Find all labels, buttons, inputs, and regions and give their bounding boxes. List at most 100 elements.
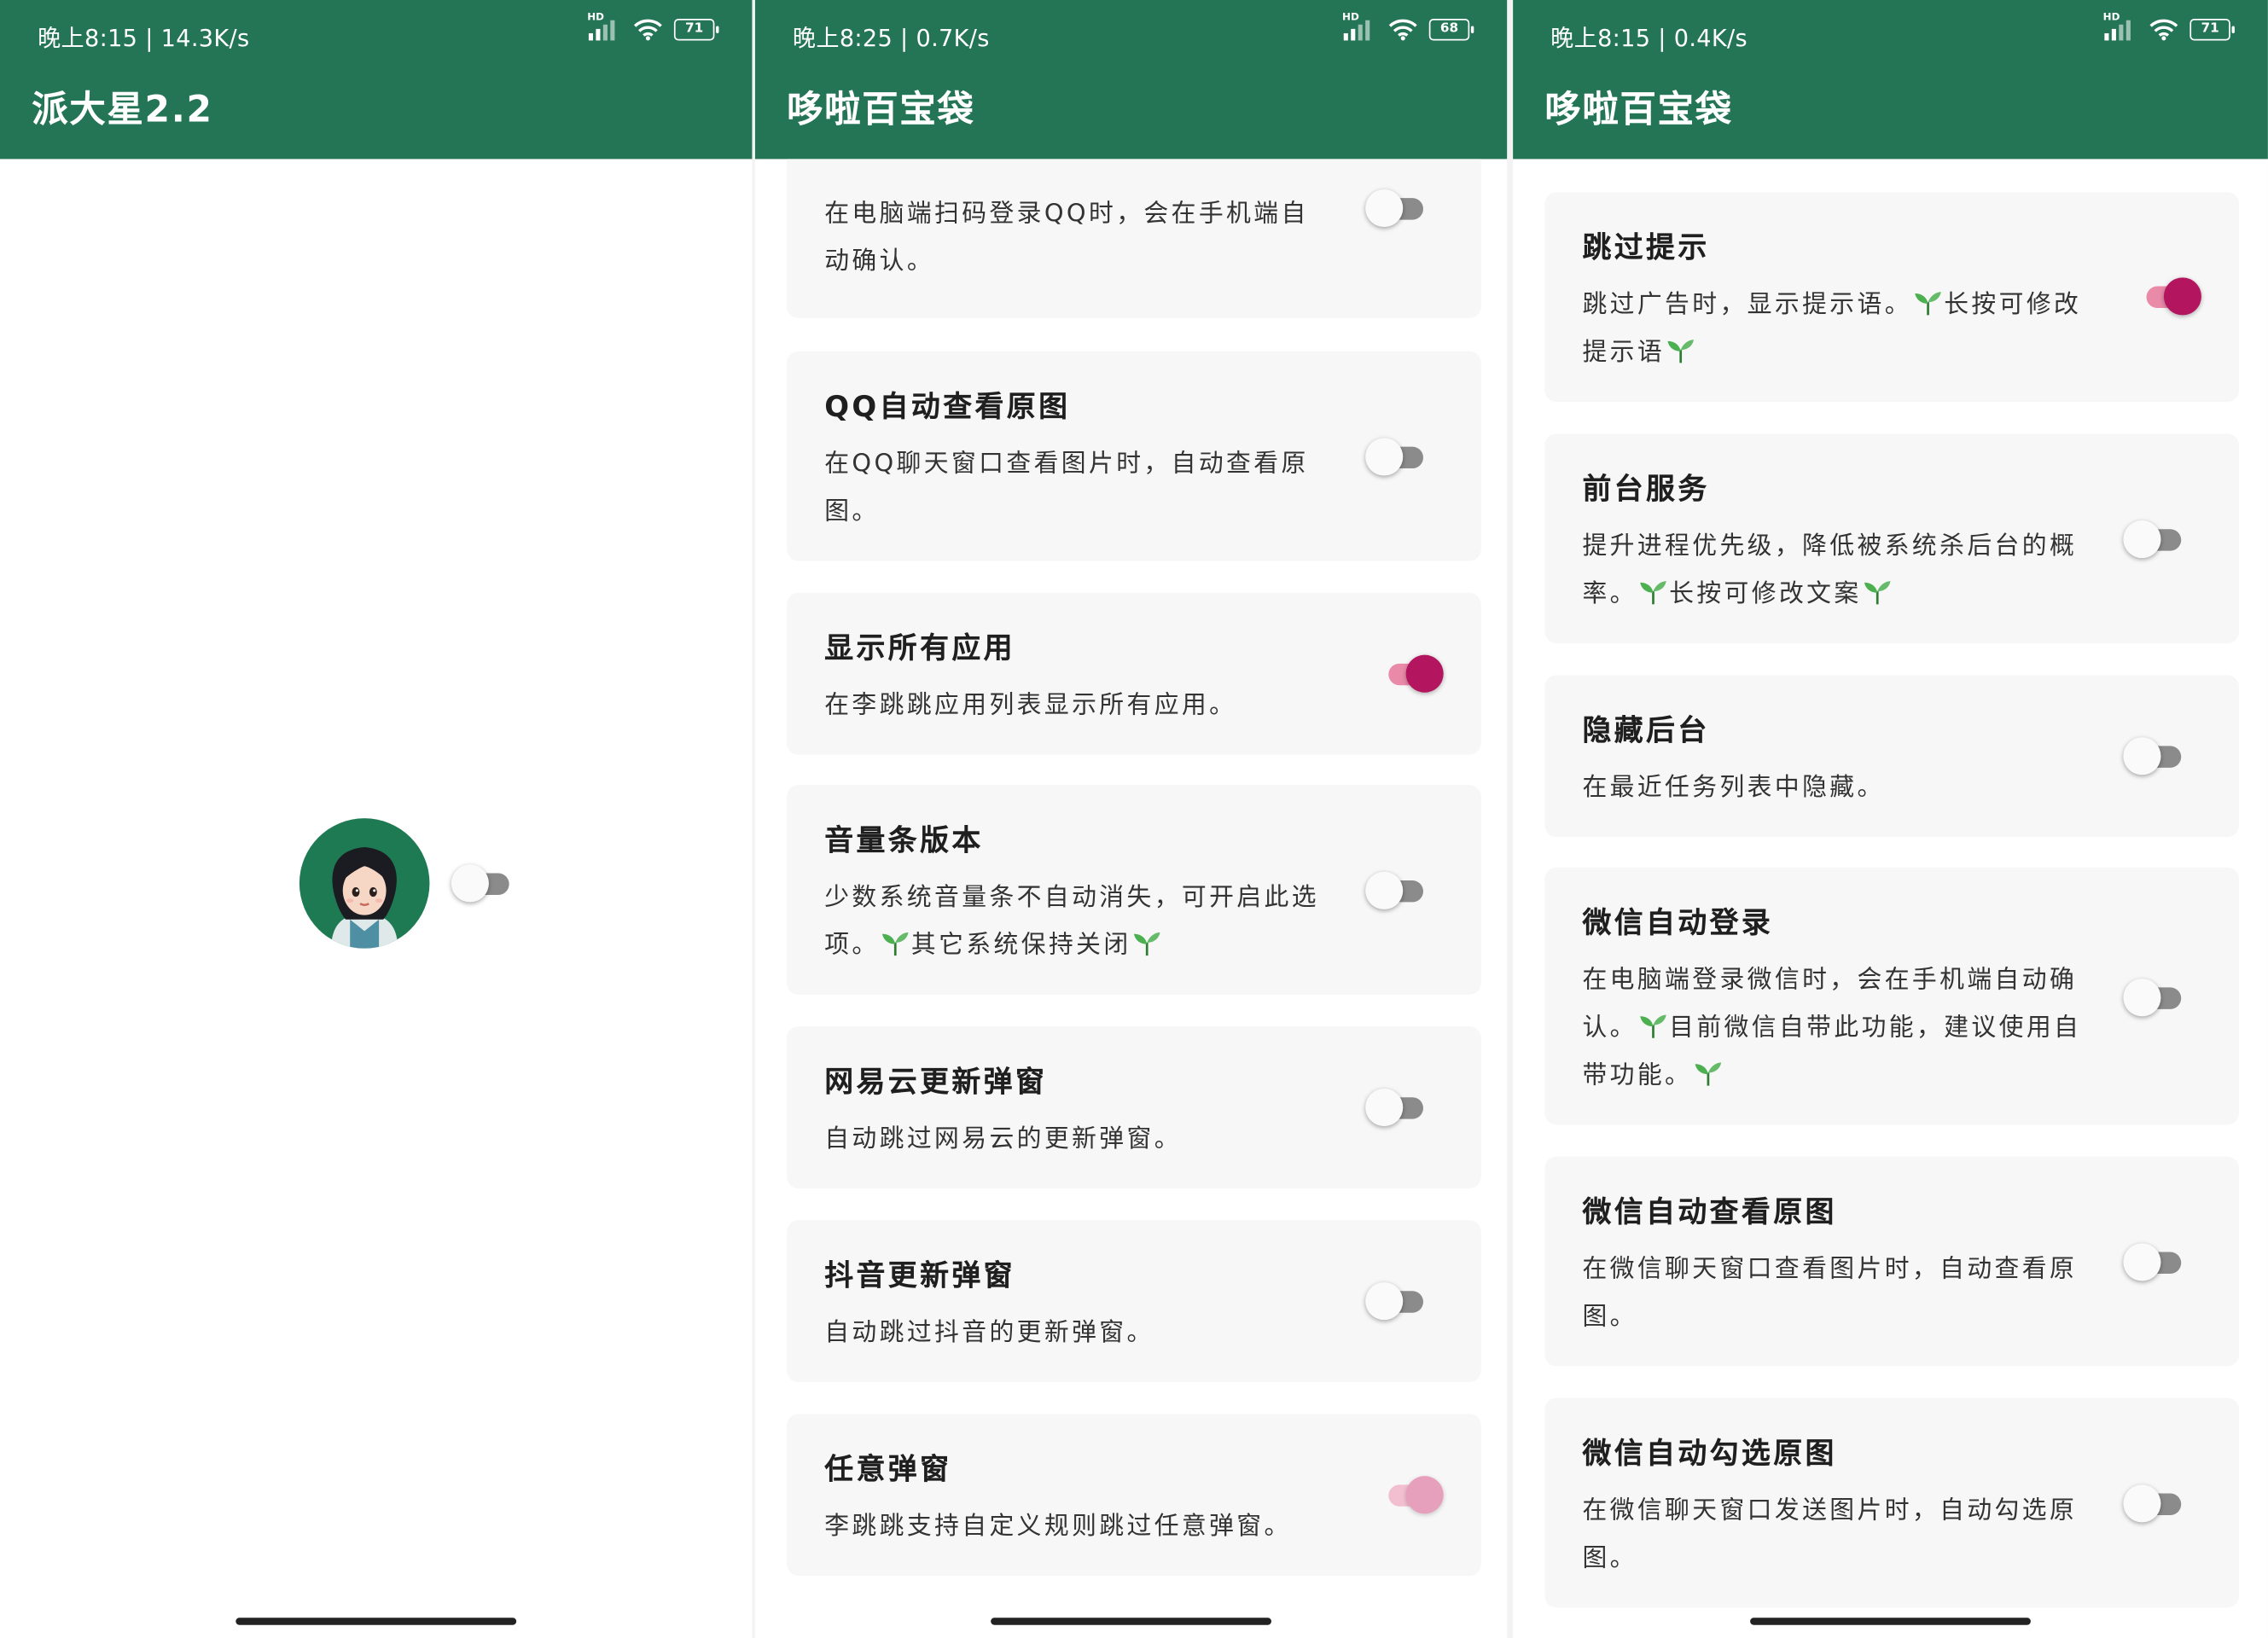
setting-card-wechat-original-image[interactable]: 微信自动查看原图 在微信聊天窗口查看图片时，自动查看原图。 [1544,1156,2240,1367]
setting-description: 自动跳过网易云的更新弹窗。 [824,1124,1182,1154]
sprout-icon [1639,580,1668,607]
netease-update-switch[interactable] [1365,1089,1429,1127]
setting-title: 前台服务 [1582,471,1710,507]
signal-icon: HD [2103,12,2137,41]
switch-thumb [2123,737,2161,775]
switch-thumb [2123,1484,2161,1523]
battery-icon: 71 [2189,18,2235,40]
qq-original-image-switch[interactable] [1365,438,1429,476]
setting-card-skip-tip[interactable]: 跳过提示 跳过广告时，显示提示语。 长按可修改提示语 [1544,192,2240,403]
setting-card-qq-scan-confirm[interactable]: 在电脑端扫码登录QQ时，会在手机端自动确认。 [787,159,1481,318]
setting-description: 在QQ聊天窗口查看图片时，自动查看原图。 [824,450,1309,526]
switch-thumb [2123,1243,2161,1281]
screenshot-collage: 晚上8:15 | 14.3K/s HD 71 派大星2.2 晚上8:25 | 0… [0,0,2268,1638]
setting-title: 抖音更新弹窗 [824,1258,1015,1292]
status-icons: HD 71 [587,12,719,41]
wechat-check-original-switch[interactable] [2123,1484,2187,1523]
switch-thumb [2123,520,2161,559]
setting-card-qq-original-image[interactable]: QQ自动查看原图 在QQ聊天窗口查看图片时，自动查看原图。 [787,351,1481,561]
avatar[interactable] [299,818,430,949]
douyin-update-switch[interactable] [1365,1282,1429,1321]
app-title: 派大星2.2 [32,88,213,131]
setting-title: 微信自动登录 [1582,904,1774,940]
status-time-speed: 晚上8:15 | 0.4K/s [1550,24,1748,53]
setting-description: 提升进程优先级，降低被系统杀后台的概率。 长按可修改文案 [1582,523,2091,619]
app-title: 哆啦百宝袋 [1544,88,1733,131]
main-content [0,159,752,1638]
skip-tip-switch[interactable] [2137,277,2201,316]
home-indicator[interactable] [991,1618,1271,1625]
setting-title: 音量条版本 [824,822,984,857]
setting-description: 在微信聊天窗口查看图片时，自动查看原图。 [1582,1254,2078,1332]
signal-icon: HD [587,12,622,41]
setting-description: 少数系统音量条不自动消失，可开启此选项。 其它系统保持关闭 [824,874,1334,970]
setting-title: 微信自动查看原图 [1582,1194,1837,1229]
battery-icon: 71 [673,18,719,40]
app-bar: 晚上8:15 | 14.3K/s HD 71 派大星2.2 [0,0,753,160]
show-all-apps-switch[interactable] [1380,654,1444,693]
switch-thumb [1365,871,1404,909]
setting-card-show-all-apps[interactable]: 显示所有应用 在李跳跳应用列表显示所有应用。 [787,592,1481,755]
girl-avatar-icon [331,847,398,949]
setting-card-netease-update[interactable]: 网易云更新弹窗 自动跳过网易云的更新弹窗。 [787,1026,1481,1188]
description-extra: 其它系统保持关闭 [910,931,1131,961]
setting-title: QQ自动查看原图 [824,388,1071,424]
status-time-speed: 晚上8:15 | 14.3K/s [38,24,250,53]
qq-scan-confirm-switch[interactable] [1365,189,1429,228]
description-text: 跳过广告时，显示提示语。 [1582,290,1912,320]
wifi-icon [1388,18,1417,40]
hide-recents-switch[interactable] [2123,737,2187,775]
wechat-auto-login-switch[interactable] [2123,979,2187,1017]
switch-thumb [1405,1476,1444,1514]
sprout-icon [1639,1014,1668,1040]
volume-bar-switch[interactable] [1365,871,1429,909]
switch-thumb [1365,189,1404,228]
description-extra: 长按可修改文案 [1669,579,1862,609]
setting-card-foreground-service[interactable]: 前台服务 提升进程优先级，降低被系统杀后台的概率。 长按可修改文案 [1544,433,2240,644]
setting-description: 李跳跳支持自定义规则跳过任意弹窗。 [824,1512,1292,1542]
status-icons: HD 71 [2103,12,2235,41]
app-bar: 晚上8:15 | 0.4K/s HD 71 哆啦百宝袋 [1513,0,2268,160]
screen-paidaxing: 晚上8:15 | 14.3K/s HD 71 派大星2.2 [0,0,753,1638]
switch-thumb [1365,438,1404,476]
setting-card-hide-recents[interactable]: 隐藏后台 在最近任务列表中隐藏。 [1544,675,2240,838]
switch-thumb [1405,654,1444,693]
home-indicator[interactable] [236,1618,517,1625]
setting-description: 在电脑端登录微信时，会在手机端自动确认。 目前微信自带此功能，建议使用自带功能。 [1582,957,2091,1101]
setting-title: 微信自动勾选原图 [1582,1435,1837,1471]
switch-thumb [1365,1089,1404,1127]
setting-description: 在微信聊天窗口发送图片时，自动勾选原图。 [1582,1496,2078,1573]
switch-thumb [2123,979,2161,1017]
setting-description: 在电脑端扫码登录QQ时，会在手机端自动确认。 [824,199,1309,276]
settings-list[interactable]: 在电脑端扫码登录QQ时，会在手机端自动确认。 QQ自动查看原图 在QQ聊天窗口查… [755,159,1507,1638]
setting-description: 在李跳跳应用列表显示所有应用。 [824,691,1237,720]
sprout-icon [1132,931,1161,957]
status-icons: HD 68 [1342,12,1474,41]
sprout-icon [881,931,910,957]
setting-title: 显示所有应用 [824,630,1015,665]
settings-list[interactable]: 跳过提示 跳过广告时，显示提示语。 长按可修改提示语 前台服务 提升进程优先级，降… [1513,159,2268,1638]
wechat-original-image-switch[interactable] [2123,1243,2187,1281]
setting-card-volume-bar[interactable]: 音量条版本 少数系统音量条不自动消失，可开启此选项。 其它系统保持关闭 [787,785,1481,995]
battery-icon: 68 [1428,18,1474,40]
foreground-service-switch[interactable] [2123,520,2187,559]
main-toggle-switch[interactable] [451,864,515,903]
setting-card-douyin-update[interactable]: 抖音更新弹窗 自动跳过抖音的更新弹窗。 [787,1220,1481,1383]
setting-title: 隐藏后台 [1582,712,1710,748]
screen-duola-1: 晚上8:25 | 0.7K/s HD 68 哆啦百宝袋 在电脑端扫码登录QQ时，… [754,0,1508,1638]
home-indicator[interactable] [1750,1618,2031,1625]
sprout-icon [1863,580,1892,607]
setting-card-wechat-check-original[interactable]: 微信自动勾选原图 在微信聊天窗口发送图片时，自动勾选原图。 [1544,1397,2240,1608]
setting-card-wechat-auto-login[interactable]: 微信自动登录 在电脑端登录微信时，会在手机端自动确认。 目前微信自带此功能，建议使… [1544,867,2240,1125]
wifi-icon [633,18,662,40]
wifi-icon [2149,18,2178,40]
setting-description: 在最近任务列表中隐藏。 [1582,773,1885,803]
setting-card-any-popup[interactable]: 任意弹窗 李跳跳支持自定义规则跳过任意弹窗。 [787,1414,1481,1577]
switch-thumb [1365,1282,1404,1321]
status-time-speed: 晚上8:25 | 0.7K/s [792,24,990,53]
setting-title: 网易云更新弹窗 [824,1064,1048,1099]
sprout-icon [1666,339,1695,365]
setting-title: 任意弹窗 [824,1451,952,1487]
any-popup-switch[interactable] [1380,1476,1444,1514]
setting-title: 跳过提示 [1582,229,1710,265]
